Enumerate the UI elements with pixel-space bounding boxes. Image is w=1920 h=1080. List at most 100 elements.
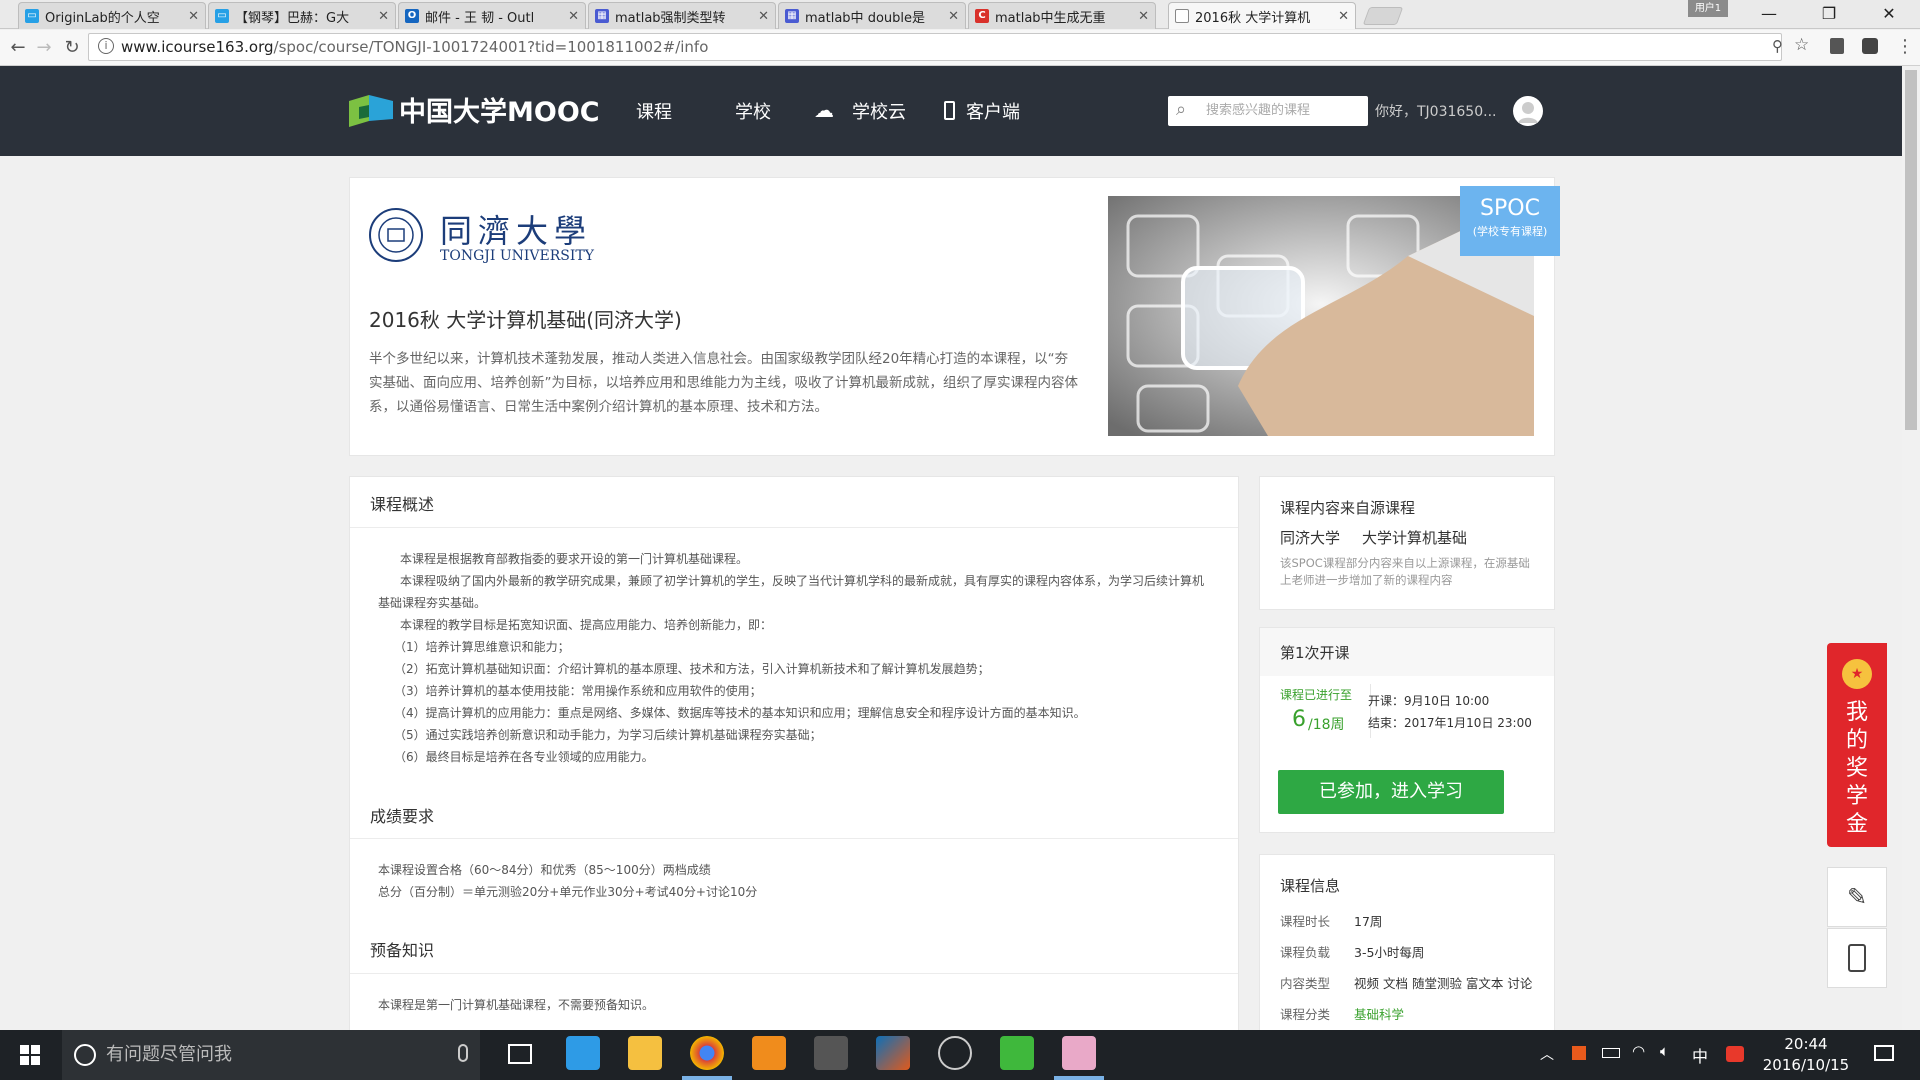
overview-line: 基础课程夯实基础。 [378, 596, 487, 610]
window-close-icon[interactable]: ✕ [1866, 0, 1912, 28]
divider [350, 527, 1238, 528]
overview-line: （3）培养计算机的基本使用技能：常用操作系统和应用软件的使用； [394, 684, 762, 698]
grading-line: 总分（百分制）＝单元测验20分+单元作业30分+考试40分+讨论10分 [378, 885, 758, 899]
overview-line: （1）培养计算思维意识和能力； [394, 640, 570, 654]
sublime-icon[interactable] [814, 1036, 848, 1070]
site-logo-text[interactable]: 中国大学MOOC [399, 90, 600, 129]
nav-courses[interactable]: 课程 [636, 98, 672, 124]
tab-title: matlab强制类型转 [615, 10, 726, 26]
nav-client[interactable]: 客户端 [966, 98, 1020, 124]
browser-tab-active[interactable]: 2016秋 大学计算机 ✕ [1168, 2, 1356, 29]
minimize-icon[interactable]: — [1746, 0, 1792, 28]
nav-schools[interactable]: 学校 [735, 98, 771, 124]
close-icon[interactable]: ✕ [758, 9, 769, 24]
university-name-en: TONGJI UNIVERSITY [440, 248, 594, 264]
close-icon[interactable]: ✕ [188, 9, 199, 24]
mooc-logo-icon[interactable] [349, 95, 393, 133]
source-university[interactable]: 同济大学 [1280, 527, 1340, 548]
browser-tab[interactable]: ▭ 【钢琴】巴赫：G大 ✕ [208, 2, 396, 29]
pocket-icon[interactable] [1862, 38, 1878, 54]
taskbar-clock[interactable]: 20:44 2016/10/15 [1746, 1034, 1866, 1076]
url-bar[interactable]: www.icourse163.org/spoc/course/TONGJI-10… [88, 33, 1782, 61]
browser-tab[interactable]: C matlab中生成无重 ✕ [968, 2, 1156, 29]
notification-icon[interactable] [1874, 1045, 1894, 1061]
windows-start-icon[interactable] [20, 1045, 40, 1069]
scholarship-label: 我的奖学金 [1845, 700, 1868, 837]
source-course[interactable]: 大学计算机基础 [1362, 527, 1467, 548]
source-course-card: 课程内容来自源课程 同济大学 大学计算机基础 该SPOC课程部分内容来自以上源课… [1259, 476, 1555, 610]
close-icon[interactable]: ✕ [1338, 9, 1349, 24]
forward-icon[interactable]: → [32, 36, 56, 60]
taskbar-active-indicator [1054, 1076, 1104, 1080]
matlab-icon[interactable] [876, 1036, 910, 1070]
ime-indicator[interactable]: 中 [1692, 1043, 1708, 1067]
session-end: 结束：2017年1月10日 23:00 [1368, 716, 1532, 730]
bilibili-tv-icon: ▭ [25, 9, 39, 23]
avatar[interactable] [1513, 96, 1543, 126]
task-view-icon[interactable] [508, 1044, 532, 1064]
url-path: /spoc/course/TONGJI-1001724001?tid=10018… [273, 38, 709, 56]
sogou-icon[interactable] [1726, 1046, 1744, 1062]
info-category-link[interactable]: 基础科学 [1354, 1004, 1404, 1023]
key-icon[interactable]: ⚲ [1772, 37, 1783, 55]
csdn-icon: C [975, 9, 989, 23]
microphone-icon[interactable] [458, 1044, 468, 1062]
enter-course-button[interactable]: 已参加，进入学习 [1278, 770, 1504, 814]
session-heading: 第1次开课 [1280, 644, 1350, 662]
scrollbar-thumb[interactable] [1905, 70, 1917, 430]
image-icon: ▦ [785, 9, 799, 23]
volume-icon[interactable]: 🔈︎ [1660, 1042, 1669, 1060]
overview-line: 本课程是根据教育部教指委的要求开设的第一门计算机基础课程。 [400, 552, 749, 566]
close-icon[interactable]: ✕ [568, 9, 579, 24]
university-name-cn: 同濟大學 [440, 212, 593, 250]
site-header [0, 66, 1920, 156]
menu-icon[interactable]: ⋮ [1896, 36, 1914, 57]
browser-tab[interactable]: O 邮件 - 王 韧 - Outl ✕ [398, 2, 586, 29]
spoc-badge: SPOC (学校专有课程) [1460, 186, 1560, 256]
spoc-badge-title: SPOC [1480, 196, 1540, 221]
browser-tab[interactable]: ▦ matlab中 double是 ✕ [778, 2, 966, 29]
medal-icon: ★ [1842, 659, 1872, 689]
info-heading: 课程信息 [1280, 877, 1341, 895]
tab-title: OriginLab的个人空 [45, 10, 160, 26]
profile-badge[interactable]: 用户1 [1688, 0, 1728, 17]
app-icon[interactable] [938, 1036, 972, 1070]
reload-icon[interactable]: ↻ [60, 36, 84, 60]
source-heading: 课程内容来自源课程 [1280, 499, 1416, 517]
search-input[interactable]: 搜索感兴趣的课程 [1168, 96, 1368, 126]
tab-title: 邮件 - 王 韧 - Outl [425, 10, 535, 26]
session-start: 开课：9月10日 10:00 [1368, 694, 1490, 708]
user-greeting[interactable]: 你好，TJ031650... [1375, 101, 1496, 121]
wifi-icon[interactable]: ◠ [1632, 1042, 1645, 1060]
search-icon[interactable]: ⌕ [1176, 99, 1186, 120]
week-current: 6 [1292, 707, 1306, 732]
image-viewer-icon[interactable] [1062, 1036, 1096, 1070]
tray-app-icon[interactable] [1572, 1046, 1586, 1060]
close-icon[interactable]: ✕ [948, 9, 959, 24]
battery-icon[interactable] [1602, 1048, 1620, 1058]
new-tab-button[interactable] [1362, 7, 1404, 25]
qq-browser-icon[interactable] [566, 1036, 600, 1070]
restore-icon[interactable]: ❐ [1806, 0, 1852, 28]
file-explorer-icon[interactable] [628, 1036, 662, 1070]
browser-tab[interactable]: ▭ OriginLab的个人空 ✕ [18, 2, 206, 29]
chevron-up-icon[interactable]: ︿ [1540, 1044, 1554, 1064]
site-info-icon[interactable]: i [98, 38, 114, 54]
spoc-badge-sub: (学校专有课程) [1472, 225, 1548, 238]
back-icon[interactable]: ← [6, 36, 30, 60]
overview-line: （6）最终目标是培养在各专业领域的应用能力。 [394, 750, 654, 764]
chrome-icon[interactable] [690, 1036, 724, 1070]
close-icon[interactable]: ✕ [1138, 9, 1149, 24]
extension-icon[interactable] [1830, 38, 1844, 54]
overview-line: 本课程的教学目标是拓宽知识面、提高应用能力、培养创新能力，即： [400, 618, 773, 632]
feedback-edit-button[interactable]: ✎ [1827, 867, 1887, 927]
origin-icon[interactable] [752, 1036, 786, 1070]
browser-tab[interactable]: ▦ matlab强制类型转 ✕ [588, 2, 776, 29]
wechat-icon[interactable] [1000, 1036, 1034, 1070]
scholarship-tab[interactable]: ★ 我的奖学金 [1827, 643, 1887, 847]
bookmark-star-icon[interactable]: ☆ [1794, 35, 1809, 55]
nav-school-cloud[interactable]: 学校云 [852, 98, 906, 124]
cortana-search[interactable]: 有问题尽管问我 [62, 1030, 480, 1080]
close-icon[interactable]: ✕ [378, 9, 389, 24]
mobile-app-button[interactable] [1827, 928, 1887, 988]
